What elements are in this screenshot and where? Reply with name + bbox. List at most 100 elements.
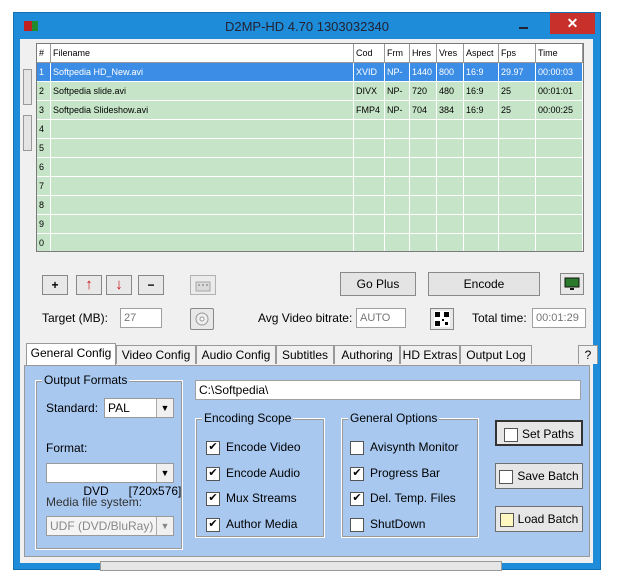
tab-output-log[interactable]: Output Log — [460, 345, 532, 364]
general-options-title: General Options — [348, 411, 440, 425]
progress-bar-checkbox[interactable]: ✔ Progress Bar — [350, 465, 440, 481]
set-paths-button[interactable]: Set Paths — [495, 420, 583, 446]
output-formats-title: Output Formats — [42, 373, 130, 387]
paths-icon — [503, 427, 518, 442]
header-row: # Filename Cod Frm Hres Vres Aspect Fps … — [37, 44, 583, 63]
tab-subtitles[interactable]: Subtitles — [276, 345, 334, 364]
col-header-codec[interactable]: Cod — [353, 44, 385, 63]
table-cell: 16:9 — [463, 81, 499, 101]
batch-edit-button[interactable] — [190, 275, 216, 295]
table-cell: 29.97 — [498, 62, 536, 82]
checkbox-unchecked-icon — [350, 517, 364, 532]
table-cell — [409, 214, 437, 234]
table-row[interactable]: 3 Softpedia Slideshow.avi FMP4 NP- 704 384 16:… — [37, 100, 583, 120]
table-row[interactable]: 1 Softpedia HD_New.avi XVID NP- 1440 800 16:9 2… — [37, 62, 583, 82]
tab-audio-config[interactable]: Audio Config — [196, 345, 276, 364]
splitter-handle[interactable] — [23, 115, 32, 151]
go-plus-button[interactable]: Go Plus — [340, 272, 416, 296]
table-cell — [409, 233, 437, 251]
col-header-index[interactable]: # — [37, 44, 51, 63]
table-cell — [50, 214, 354, 234]
output-path-input[interactable]: C:\Softpedia\ — [195, 380, 581, 400]
col-header-time[interactable]: Time — [535, 44, 583, 63]
avg-bitrate-label: Avg Video bitrate: — [258, 311, 353, 325]
table-cell — [384, 176, 410, 196]
standard-select[interactable]: PAL ▼ — [104, 398, 174, 418]
checkbox-checked-icon: ✔ — [206, 491, 220, 506]
table-cell — [353, 233, 385, 251]
table-row[interactable]: 4 — [37, 119, 583, 139]
table-row[interactable]: 2 Softpedia slide.avi DIVX NP- 720 480 16:9 25 0… — [37, 81, 583, 101]
col-header-frame[interactable]: Frm — [384, 44, 410, 63]
table-row[interactable]: 6 — [37, 157, 583, 177]
arrow-down-icon: ↓ — [115, 276, 123, 293]
table-cell — [384, 214, 410, 234]
table-cell — [535, 176, 583, 196]
table-cell — [498, 176, 536, 196]
close-button[interactable]: ✕ — [550, 13, 595, 34]
table-cell: NP- — [384, 100, 410, 120]
col-header-vres[interactable]: Vres — [436, 44, 464, 63]
checkbox-checked-icon: ✔ — [350, 466, 364, 481]
app-window: D2MP-HD 4.70 1303032340 ✕ # Filename Cod… — [13, 12, 601, 571]
plus-icon: + — [51, 278, 59, 292]
splitter-handle[interactable] — [23, 69, 32, 105]
help-button[interactable]: ? — [578, 345, 598, 364]
col-header-fps[interactable]: Fps — [498, 44, 536, 63]
minus-icon: − — [147, 278, 155, 292]
remove-file-button[interactable]: − — [138, 275, 164, 295]
arrow-up-icon: ↑ — [85, 276, 93, 293]
checkbox-unchecked-icon — [350, 440, 364, 455]
del-temp-files-checkbox[interactable]: ✔ Del. Temp. Files — [350, 490, 456, 506]
load-batch-button[interactable]: Load Batch — [495, 506, 583, 532]
mux-streams-checkbox[interactable]: ✔ Mux Streams — [206, 490, 297, 506]
target-input[interactable]: 27 — [120, 308, 162, 328]
file-grid[interactable]: # Filename Cod Frm Hres Vres Aspect Fps … — [36, 43, 584, 252]
add-file-button[interactable]: + — [42, 275, 68, 295]
table-cell: 720 — [409, 81, 437, 101]
table-row[interactable]: 9 — [37, 214, 583, 234]
move-up-button[interactable]: ↑ — [76, 275, 102, 295]
file-table: # Filename Cod Frm Hres Vres Aspect Fps … — [37, 44, 583, 251]
tab-general-config[interactable]: General Config — [26, 343, 116, 365]
table-cell — [353, 119, 385, 139]
load-batch-label: Load Batch — [517, 512, 579, 526]
output-formats-group: Output Formats Standard: PAL ▼ Format: D… — [35, 373, 183, 550]
col-header-filename[interactable]: Filename — [50, 44, 354, 63]
table-cell: XVID — [353, 62, 385, 82]
tab-hd-extras[interactable]: HD Extras — [400, 345, 460, 364]
tab-authoring[interactable]: Authoring — [334, 345, 400, 364]
table-cell — [409, 157, 437, 177]
encode-audio-checkbox[interactable]: ✔ Encode Audio — [206, 465, 300, 481]
target-disc-button[interactable] — [190, 308, 214, 330]
table-row[interactable]: 0 — [37, 233, 583, 251]
encode-video-checkbox[interactable]: ✔ Encode Video — [206, 439, 301, 455]
qr-button[interactable] — [430, 308, 454, 330]
encode-progress-bar — [100, 561, 502, 571]
encode-button[interactable]: Encode — [428, 272, 540, 296]
table-row[interactable]: 5 — [37, 138, 583, 158]
shutdown-checkbox[interactable]: ShutDown — [350, 516, 425, 532]
move-down-button[interactable]: ↓ — [106, 275, 132, 295]
table-cell — [463, 157, 499, 177]
media-fs-select[interactable]: UDF (DVD/BluRay) ▼ — [46, 516, 174, 536]
avg-bitrate-input[interactable]: AUTO — [356, 308, 406, 328]
table-row[interactable]: 7 — [37, 176, 583, 196]
save-batch-button[interactable]: Save Batch — [495, 463, 583, 489]
title-bar[interactable]: D2MP-HD 4.70 1303032340 ✕ — [14, 13, 600, 39]
monitor-button[interactable] — [560, 273, 584, 295]
table-cell — [409, 176, 437, 196]
table-cell — [436, 176, 464, 196]
table-cell: 16:9 — [463, 62, 499, 82]
col-header-hres[interactable]: Hres — [409, 44, 437, 63]
table-cell — [384, 119, 410, 139]
table-cell: 6 — [37, 157, 51, 177]
tab-video-config[interactable]: Video Config — [116, 345, 196, 364]
table-row[interactable]: 8 — [37, 195, 583, 215]
encoding-scope-title: Encoding Scope — [202, 411, 294, 425]
format-select[interactable]: DVD [720x576] ▼ — [46, 463, 181, 498]
col-header-aspect[interactable]: Aspect — [463, 44, 499, 63]
author-media-checkbox[interactable]: ✔ Author Media — [206, 516, 297, 532]
avisynth-monitor-checkbox[interactable]: Avisynth Monitor — [350, 439, 458, 455]
minimize-button[interactable] — [519, 21, 533, 29]
